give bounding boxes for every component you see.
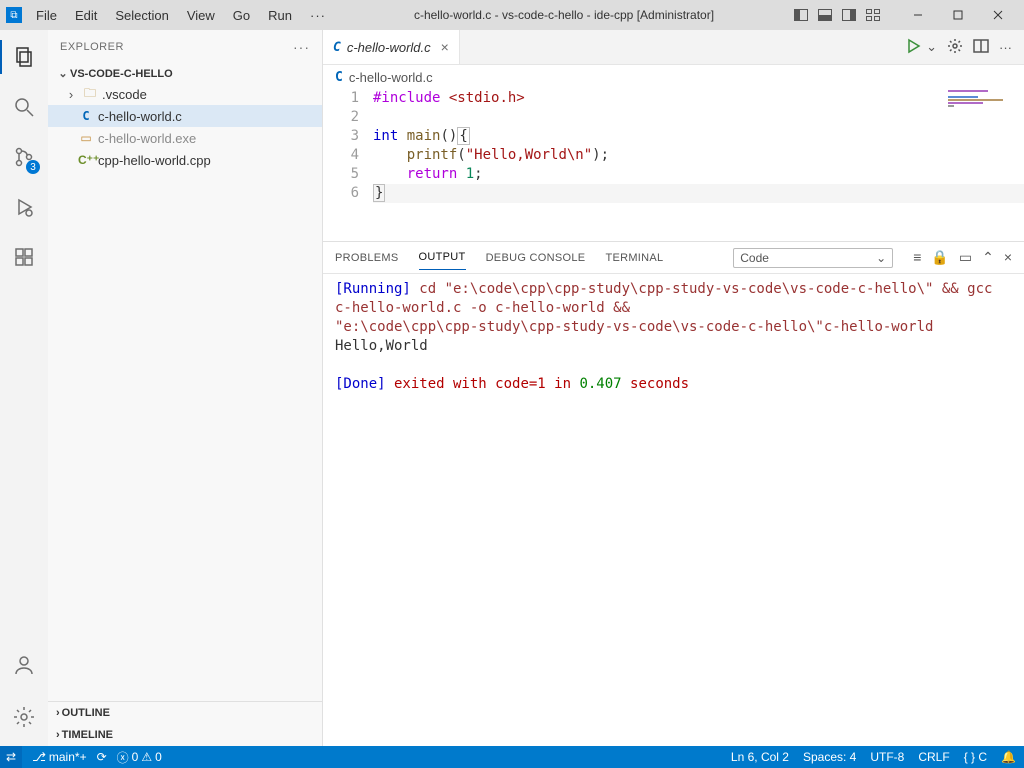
editor-area: C c-hello-world.c × ⌄ ··· C c-hello-worl… — [323, 30, 1024, 746]
status-ln-col[interactable]: Ln 6, Col 2 — [731, 750, 789, 764]
window-title: c-hello-world.c - vs-code-c-hello - ide-… — [334, 8, 794, 22]
clear-output-icon[interactable]: ▭ — [959, 249, 972, 266]
editor-more-icon[interactable]: ··· — [999, 40, 1012, 55]
tree-item-label: c-hello-world.exe — [98, 131, 196, 146]
status-sync[interactable]: ⟳ — [97, 750, 107, 764]
remote-indicator[interactable]: ⇄ — [0, 746, 22, 768]
output-body[interactable]: [Running] cd "e:\code\cpp\cpp-study\cpp-… — [323, 274, 1024, 746]
layout-controls — [794, 9, 880, 21]
toggle-panel-icon[interactable] — [818, 9, 832, 21]
panel-tab-output[interactable]: OUTPUT — [419, 245, 466, 270]
project-root-label: VS-CODE-C-HELLO — [70, 68, 173, 80]
bottom-panel: PROBLEMS OUTPUT DEBUG CONSOLE TERMINAL C… — [323, 241, 1024, 746]
menu-overflow[interactable]: ··· — [302, 4, 334, 27]
activity-explorer[interactable] — [0, 36, 48, 78]
tree-file-cpp[interactable]: C⁺⁺ cpp-hello-world.cpp — [48, 149, 322, 171]
cpp-file-icon: C⁺⁺ — [78, 153, 94, 167]
menu-edit[interactable]: Edit — [67, 4, 105, 27]
run-dropdown-icon[interactable]: ⌄ — [926, 39, 937, 55]
editor-tab-label: c-hello-world.c — [347, 40, 431, 55]
minimap[interactable] — [944, 89, 1024, 241]
activity-accounts[interactable] — [0, 644, 48, 686]
toggle-secondary-sidebar-icon[interactable] — [842, 9, 856, 21]
explorer-sidebar: EXPLORER ··· ⌄ VS-CODE-C-HELLO 🗀 .vscode… — [48, 30, 323, 746]
run-button-icon[interactable] — [906, 38, 922, 57]
panel-maximize-icon[interactable]: ⌃ — [982, 249, 994, 266]
panel-close-icon[interactable]: × — [1004, 249, 1012, 266]
app-icon: ⧉ — [6, 7, 22, 23]
folder-icon: 🗀 — [82, 84, 98, 105]
code-editor[interactable]: 1 2 3 4 5 6 #include <stdio.h> int main(… — [323, 89, 1024, 241]
split-editor-icon[interactable] — [973, 38, 989, 57]
maximize-button[interactable] — [938, 0, 978, 30]
line-gutter: 1 2 3 4 5 6 — [323, 89, 373, 241]
editor-tab-c-hello-world[interactable]: C c-hello-world.c × — [323, 30, 460, 64]
panel-tabs: PROBLEMS OUTPUT DEBUG CONSOLE TERMINAL C… — [323, 242, 1024, 274]
lock-scroll-icon[interactable]: 🔒 — [931, 249, 948, 266]
c-file-icon: C — [78, 109, 94, 123]
activity-source-control[interactable]: 3 — [0, 136, 48, 178]
file-tree: ⌄ VS-CODE-C-HELLO 🗀 .vscode C c-hello-wo… — [48, 64, 322, 701]
status-bar: ⇄ ⎇ main*+ ⟳ ⓧ 0 ⚠ 0 Ln 6, Col 2 Spaces:… — [0, 746, 1024, 768]
status-indent[interactable]: Spaces: 4 — [803, 750, 856, 764]
minimize-button[interactable] — [898, 0, 938, 30]
tree-file-exe[interactable]: ▭ c-hello-world.exe — [48, 127, 322, 149]
chevron-down-icon: ⌄ — [876, 251, 886, 265]
tree-item-label: c-hello-world.c — [98, 109, 182, 124]
close-window-button[interactable] — [978, 0, 1018, 30]
menu-selection[interactable]: Selection — [107, 4, 176, 27]
breadcrumb[interactable]: C c-hello-world.c — [323, 65, 1024, 89]
timeline-section[interactable]: TIMELINE — [48, 724, 322, 746]
status-eol[interactable]: CRLF — [918, 750, 949, 764]
tree-file-c-hello-world[interactable]: C c-hello-world.c — [48, 105, 322, 127]
close-tab-icon[interactable]: × — [441, 39, 449, 55]
tree-item-label: .vscode — [102, 87, 147, 102]
tree-folder-vscode[interactable]: 🗀 .vscode — [48, 83, 322, 105]
toggle-primary-sidebar-icon[interactable] — [794, 9, 808, 21]
status-notifications-icon[interactable]: 🔔 — [1001, 750, 1016, 764]
editor-tab-bar: C c-hello-world.c × ⌄ ··· — [323, 30, 1024, 65]
status-language[interactable]: { } C — [964, 750, 987, 764]
activity-run-debug[interactable] — [0, 186, 48, 228]
status-encoding[interactable]: UTF-8 — [870, 750, 904, 764]
sidebar-title: EXPLORER — [60, 41, 124, 53]
panel-tab-debug-console[interactable]: DEBUG CONSOLE — [486, 246, 586, 270]
output-channel-select[interactable]: Code⌄ — [733, 248, 893, 268]
c-file-icon: C — [335, 70, 343, 85]
activity-extensions[interactable] — [0, 236, 48, 278]
menu-bar: File Edit Selection View Go Run ··· — [28, 4, 334, 27]
menu-view[interactable]: View — [179, 4, 223, 27]
menu-file[interactable]: File — [28, 4, 65, 27]
source-control-badge: 3 — [26, 160, 40, 174]
sidebar-more-icon[interactable]: ··· — [293, 39, 310, 55]
panel-tab-terminal[interactable]: TERMINAL — [605, 246, 663, 270]
activity-bar: 3 — [0, 30, 48, 746]
menu-run[interactable]: Run — [260, 4, 300, 27]
customize-layout-icon[interactable] — [866, 9, 880, 21]
activity-settings[interactable] — [0, 696, 48, 738]
breadcrumb-label: c-hello-world.c — [349, 70, 433, 85]
panel-tab-problems[interactable]: PROBLEMS — [335, 246, 399, 270]
activity-search[interactable] — [0, 86, 48, 128]
c-file-icon: C — [333, 40, 341, 55]
menu-go[interactable]: Go — [225, 4, 258, 27]
filter-icon[interactable]: ≡ — [913, 249, 921, 266]
gear-icon[interactable] — [947, 38, 963, 57]
status-problems[interactable]: ⓧ 0 ⚠ 0 — [117, 749, 162, 766]
title-bar: ⧉ File Edit Selection View Go Run ··· c-… — [0, 0, 1024, 30]
outline-section[interactable]: OUTLINE — [48, 702, 322, 724]
tree-item-label: cpp-hello-world.cpp — [98, 153, 211, 168]
status-branch[interactable]: ⎇ main*+ — [32, 750, 87, 764]
code-lines[interactable]: #include <stdio.h> int main(){ printf("H… — [373, 89, 1024, 241]
exe-file-icon: ▭ — [78, 131, 94, 145]
project-root[interactable]: ⌄ VS-CODE-C-HELLO — [48, 64, 322, 83]
